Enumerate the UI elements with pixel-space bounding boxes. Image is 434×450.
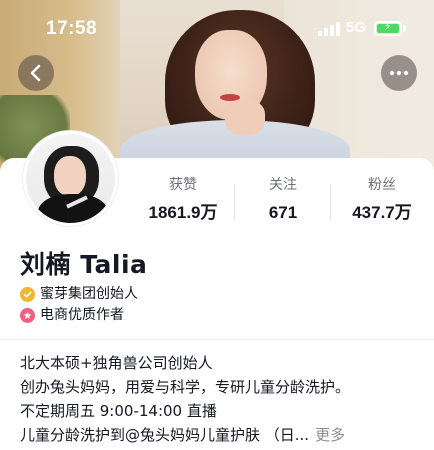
stat-likes-value: 1861.9万 bbox=[148, 203, 218, 222]
badge-founder[interactable]: 蜜芽集团创始人 bbox=[20, 285, 138, 303]
badge-quality-creator[interactable]: 电商优质作者 bbox=[20, 306, 124, 324]
signal-strength-icon bbox=[318, 22, 340, 36]
bio-line: 创办兔头妈妈，用爱与科学，专研儿童分龄洗护。 bbox=[20, 378, 351, 396]
chevron-left-icon bbox=[30, 64, 41, 82]
bio-line-text[interactable]: 儿童分龄洗护到@兔头妈妈儿童护肤 （日... bbox=[20, 426, 309, 444]
avatar-image bbox=[26, 134, 115, 223]
status-time: 17:58 bbox=[46, 18, 98, 39]
more-horizontal-icon bbox=[389, 70, 409, 76]
bio-line-last: 儿童分龄洗护到@兔头妈妈儿童护肤 （日... 更多 bbox=[20, 423, 420, 447]
cover-person-hand bbox=[225, 100, 265, 135]
network-type: 5G bbox=[346, 19, 367, 36]
avatar[interactable] bbox=[23, 131, 118, 226]
bio-more-link[interactable]: 更多 bbox=[315, 426, 345, 444]
stat-followers-value: 437.7万 bbox=[352, 203, 412, 222]
battery-icon: ⚡ bbox=[374, 21, 402, 36]
stat-followers-label: 粉丝 bbox=[368, 177, 396, 193]
star-badge-icon bbox=[20, 307, 35, 323]
profile-name: 刘楠 Talia bbox=[20, 250, 148, 279]
section-divider bbox=[0, 339, 434, 340]
stat-following-value: 671 bbox=[268, 203, 298, 222]
stat-divider bbox=[330, 184, 331, 220]
back-button[interactable] bbox=[18, 55, 54, 91]
stat-likes[interactable]: 获赞 1861.9万 bbox=[143, 177, 223, 223]
profile-bio: 北大本硕+独角兽公司创始人 创办兔头妈妈，用爱与科学，专研儿童分龄洗护。 不定期… bbox=[20, 351, 420, 447]
more-options-button[interactable] bbox=[381, 55, 417, 91]
stat-divider bbox=[234, 184, 235, 220]
bio-line: 不定期周五 9:00-14:00 直播 bbox=[20, 402, 217, 420]
stat-following-label: 关注 bbox=[269, 177, 297, 193]
verified-check-icon bbox=[20, 286, 35, 302]
stat-followers[interactable]: 粉丝 437.7万 bbox=[342, 177, 422, 223]
bio-line: 北大本硕+独角兽公司创始人 bbox=[20, 354, 213, 372]
badge-founder-label: 蜜芽集团创始人 bbox=[40, 286, 138, 302]
charging-bolt-icon: ⚡ bbox=[384, 20, 392, 33]
battery-tip bbox=[403, 25, 406, 32]
stat-following[interactable]: 关注 671 bbox=[243, 177, 323, 223]
badge-quality-creator-label: 电商优质作者 bbox=[40, 307, 124, 323]
stat-likes-label: 获赞 bbox=[169, 177, 197, 193]
